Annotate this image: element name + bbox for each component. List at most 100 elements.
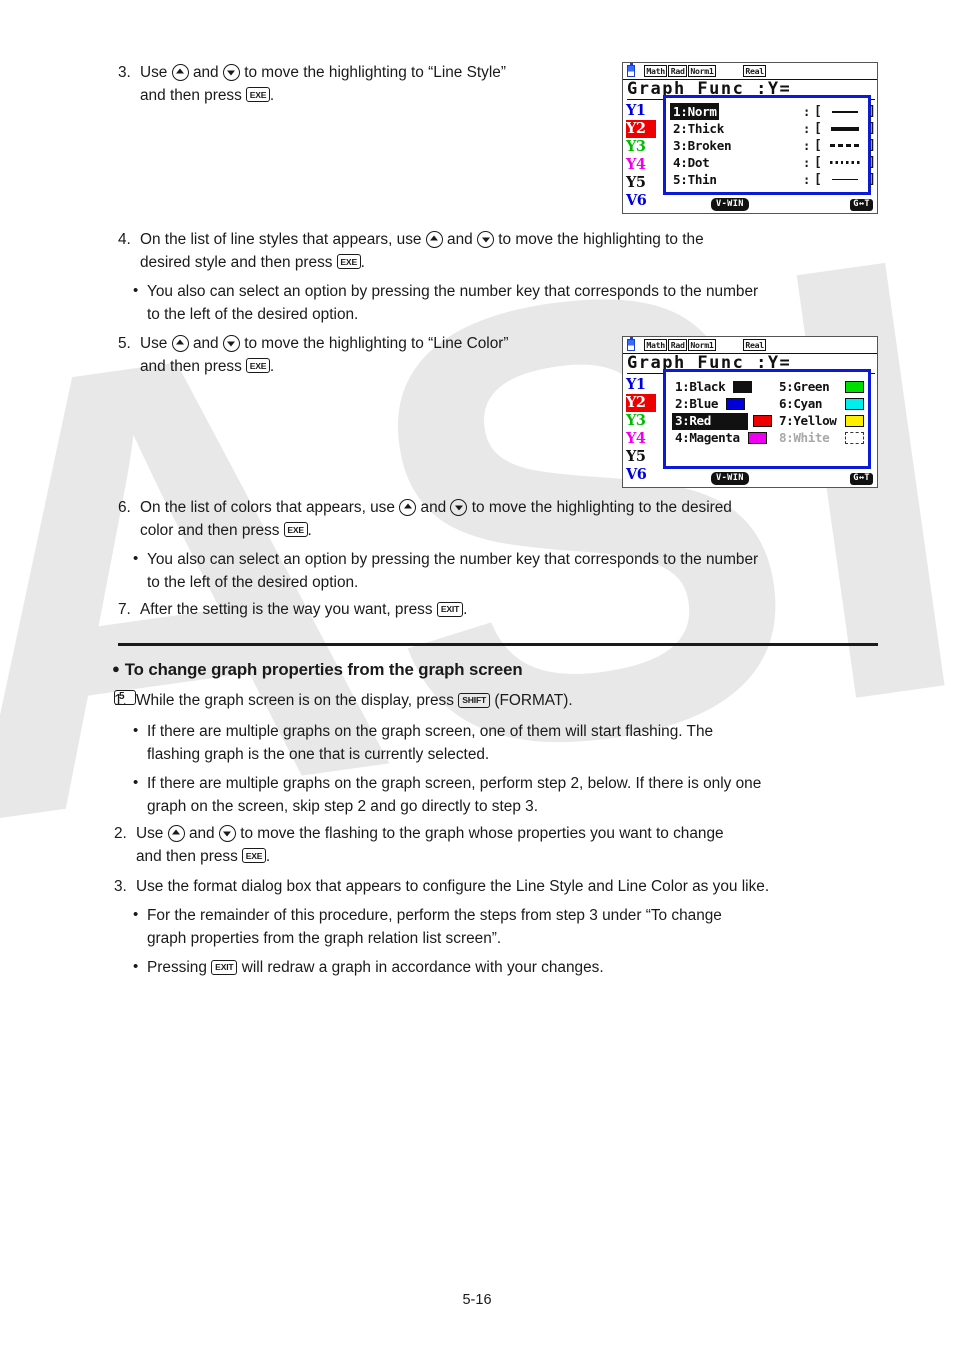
line-color-label: 7:Yellow	[779, 413, 837, 428]
step-6-number: 6.	[118, 499, 131, 516]
down-arrow-key-icon	[477, 230, 494, 248]
section-step-3-bullet-1: • For the remainder of this procedure, p…	[133, 905, 881, 950]
line-style-row-norm[interactable]: 1:Norm : [ ]	[670, 103, 876, 120]
step-5-line2-post: .	[269, 357, 275, 375]
y-label: Y2	[626, 120, 656, 138]
section-step-2-text-post: to move the flashing to the graph whose …	[240, 825, 724, 842]
graph-table-toggle-key[interactable]: G↔T	[850, 198, 873, 211]
step-4-text-mid: and	[447, 231, 473, 248]
section-step-2-body: Use and to move the flashing to the grap…	[136, 823, 874, 868]
line-color-row-cyan[interactable]: 6:Cyan	[776, 396, 864, 412]
row-colon: :	[803, 104, 811, 119]
line-color-label: 8:White	[779, 430, 830, 445]
y-label: Y4	[626, 430, 646, 447]
step-6: 6. On the list of colors that appears, u…	[118, 497, 878, 542]
section-step-1-bullet-1: • If there are multiple graphs on the gr…	[133, 721, 881, 766]
step-7-number: 7.	[118, 601, 131, 618]
step-3-text-mid: and	[192, 64, 219, 81]
bracket-open: [	[814, 172, 822, 187]
five-key-icon: 5	[114, 690, 136, 705]
bullet-dot-icon: •	[133, 906, 139, 923]
exe-key-icon: EXE	[283, 522, 308, 538]
step-3-number: 3.	[118, 64, 131, 81]
section-step-1-text-pre: While the graph screen is on the display…	[136, 692, 454, 709]
line-color-row-green[interactable]: 5:Green	[776, 379, 864, 395]
step-5-number: 5.	[118, 335, 131, 352]
line-style-preview: [ ]	[814, 155, 876, 170]
step-6-bullet: • You also can select an option by press…	[133, 549, 881, 594]
step-5-line2-pre: and then press	[140, 357, 242, 375]
step-7-body: After the setting is the way you want, p…	[140, 599, 818, 622]
calc1-status-bar: Math Rad Norm1 Real	[623, 63, 877, 80]
line-style-row-broken[interactable]: 3:Broken : [ ]	[670, 137, 876, 154]
section-step-2: 2. Use and to move the flashing to the g…	[114, 823, 874, 868]
step-4-text-post: to move the highlighting to the	[498, 231, 704, 248]
bullet-dot-icon: •	[133, 550, 139, 567]
step-7: 7. After the setting is the way you want…	[118, 599, 818, 622]
calculator-screen-line-color: Math Rad Norm1 Real Graph Func :Y= Y1 Y2…	[622, 336, 878, 488]
color-swatch-white	[845, 431, 864, 445]
step-4-line2-pre: desired style and then press	[140, 253, 333, 271]
line-color-row-red[interactable]: 3:Red	[672, 412, 772, 430]
section-step-2-number: 2.	[114, 825, 127, 842]
step-6-bullet-line2: to the left of the desired option.	[147, 573, 359, 591]
line-color-row-magenta[interactable]: 4:Magenta	[672, 430, 767, 446]
line-style-row-thin[interactable]: 5:Thin : [ ]	[670, 171, 876, 188]
step-6-line2-post: .	[307, 521, 312, 539]
y-label: Y4	[626, 156, 646, 173]
step-4-bullet-line1: You also can select an option by pressin…	[147, 283, 759, 300]
section-heading: ● To change graph properties from the gra…	[112, 660, 523, 680]
section-step-3-bullet-2: • Pressing EXIT will redraw a graph in a…	[133, 957, 881, 980]
line-style-row-dot[interactable]: 4:Dot : [ ]	[670, 154, 876, 171]
line-style-row-thick[interactable]: 2:Thick : [ ]	[670, 120, 876, 137]
y-label: Y3	[626, 138, 646, 155]
section-step-1-body: While the graph screen is on the display…	[114, 690, 874, 713]
down-arrow-key-icon	[222, 63, 240, 81]
section-step-2-text-pre: Use	[136, 825, 164, 842]
row-colon: :	[803, 121, 811, 136]
step-6-text-mid: and	[420, 499, 447, 516]
color-swatch-cyan	[845, 397, 864, 411]
vwin-function-key[interactable]: V-WIN	[711, 471, 749, 485]
line-color-row-blue[interactable]: 2:Blue	[672, 396, 746, 412]
step-4-bullet-line2: to the left of the desired option.	[147, 305, 359, 323]
line-style-preview: [ ]	[814, 104, 876, 119]
y-label: Y5	[626, 448, 646, 465]
line-color-row-black[interactable]: 1:Black	[672, 379, 753, 395]
bracket-close: ]	[868, 155, 876, 170]
color-swatch-yellow	[845, 414, 864, 428]
step-3: 3. Use and to move the highlighting to “…	[118, 62, 618, 107]
line-style-dialog: 1:Norm : [ ] 2:Thick : [ ] 3:Broken: […	[663, 95, 876, 195]
color-swatch-red	[753, 414, 772, 428]
vwin-function-key[interactable]: V-WIN	[711, 197, 749, 211]
bullet-dot-icon: •	[133, 958, 139, 975]
step-4-bullet-body: You also can select an option by pressin…	[147, 281, 881, 326]
line-color-row-white[interactable]: 8:White	[776, 430, 864, 446]
shift-key-icon: SHIFT	[458, 692, 491, 708]
exe-key-icon: EXE	[242, 848, 266, 864]
step-5-text-post: to move the highlighting to “Line Color”	[244, 335, 509, 352]
y-label: Y3	[626, 412, 646, 429]
step-4-body: On the list of line styles that appears,…	[140, 229, 878, 274]
section-step-3-bullet-2-pre: Pressing	[147, 959, 207, 976]
calc2-relation-list: Y1 Y2 Y3 Y4 Y5 V6	[626, 376, 656, 484]
step-5-text-mid: and	[192, 335, 219, 352]
graph-table-toggle-key[interactable]: G↔T	[850, 472, 873, 485]
step-3-text-post: to move the highlighting to “Line Style”	[244, 64, 506, 81]
line-color-row-yellow[interactable]: 7:Yellow	[776, 413, 864, 429]
up-arrow-key-icon	[167, 824, 185, 842]
line-style-preview: [ ]	[814, 138, 876, 153]
step-6-body: On the list of colors that appears, use …	[140, 497, 878, 542]
step-4-bullet: • You also can select an option by press…	[133, 281, 881, 326]
line-color-label: 4:Magenta	[675, 430, 740, 445]
section-step-1-bullet-1-line1: If there are multiple graphs on the grap…	[147, 723, 714, 740]
up-arrow-key-icon	[171, 63, 189, 81]
color-swatch-blue	[726, 397, 746, 411]
step-4-line2-post: .	[360, 253, 365, 271]
line-style-label: 1:Norm	[670, 103, 719, 120]
section-step-3-number: 3.	[114, 878, 127, 895]
step-6-text-pre: On the list of colors that appears, use	[140, 499, 395, 516]
exit-key-icon: EXIT	[436, 601, 464, 617]
exe-key-icon: EXE	[246, 358, 270, 374]
down-arrow-key-icon	[222, 334, 240, 352]
